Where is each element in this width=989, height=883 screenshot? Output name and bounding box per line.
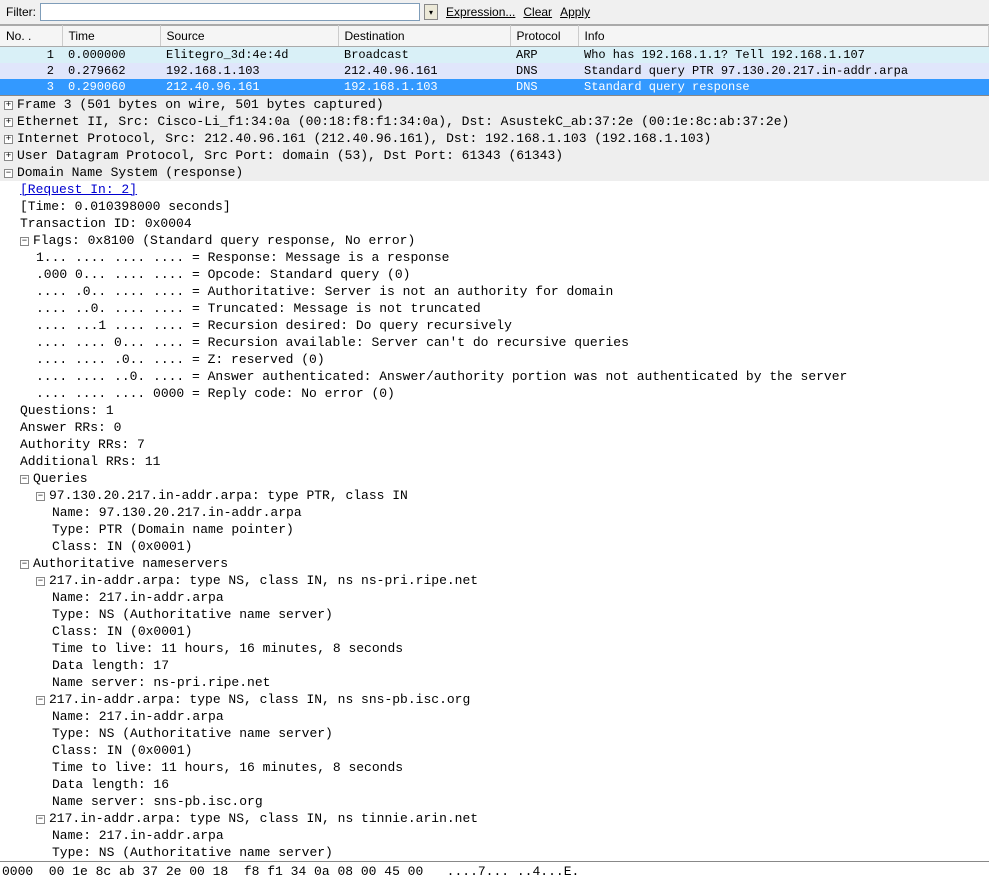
packet-row[interactable]: 1 0.000000 Elitegro_3d:4e:4d Broadcast A…: [0, 47, 989, 64]
query-class: Class: IN (0x0001): [0, 538, 989, 555]
flag-truncated: .... ..0. .... .... = Truncated: Message…: [0, 300, 989, 317]
ns-name: Name: 217.in-addr.arpa: [0, 708, 989, 725]
packet-row-selected[interactable]: 3 0.290060 212.40.96.161 192.168.1.103 D…: [0, 79, 989, 95]
ns-type: Type: NS (Authoritative name server): [0, 606, 989, 623]
flag-answer-auth: .... .... ..0. .... = Answer authenticat…: [0, 368, 989, 385]
ns-server: Name server: sns-pb.isc.org: [0, 793, 989, 810]
tree-query-item[interactable]: 97.130.20.217.in-addr.arpa: type PTR, cl…: [0, 487, 989, 504]
ns-class: Class: IN (0x0001): [0, 742, 989, 759]
collapse-icon[interactable]: [36, 696, 45, 705]
ns-server: Name server: ns-pri.ripe.net: [0, 674, 989, 691]
col-source[interactable]: Source: [160, 26, 338, 47]
tree-udp[interactable]: User Datagram Protocol, Src Port: domain…: [0, 147, 989, 164]
flag-opcode: .000 0... .... .... = Opcode: Standard q…: [0, 266, 989, 283]
packet-table: No. . Time Source Destination Protocol I…: [0, 25, 989, 95]
expand-icon[interactable]: [4, 118, 13, 127]
tree-ns-record[interactable]: 217.in-addr.arpa: type NS, class IN, ns …: [0, 810, 989, 827]
dns-additional-rrs: Additional RRs: 11: [0, 453, 989, 470]
dns-authority-rrs: Authority RRs: 7: [0, 436, 989, 453]
ns-name: Name: 217.in-addr.arpa: [0, 827, 989, 844]
ns-name: Name: 217.in-addr.arpa: [0, 589, 989, 606]
flag-recursion-available: .... .... 0... .... = Recursion availabl…: [0, 334, 989, 351]
ns-ttl: Time to live: 11 hours, 16 minutes, 8 se…: [0, 640, 989, 657]
tree-ethernet[interactable]: Ethernet II, Src: Cisco-Li_f1:34:0a (00:…: [0, 113, 989, 130]
expand-icon[interactable]: [4, 152, 13, 161]
packet-details: Frame 3 (501 bytes on wire, 501 bytes ca…: [0, 95, 989, 861]
hex-dump[interactable]: 0000 00 1e 8c ab 37 2e 00 18 f8 f1 34 0a…: [0, 861, 989, 881]
ns-ttl: Time to live: 11 hours, 16 minutes, 8 se…: [0, 759, 989, 776]
tree-flags[interactable]: Flags: 0x8100 (Standard query response, …: [0, 232, 989, 249]
flag-response: 1... .... .... .... = Response: Message …: [0, 249, 989, 266]
dns-request-in[interactable]: [Request In: 2]: [0, 181, 989, 198]
dns-answer-rrs: Answer RRs: 0: [0, 419, 989, 436]
filter-bar: Filter: ▾ Expression... Clear Apply: [0, 0, 989, 25]
dns-time: [Time: 0.010398000 seconds]: [0, 198, 989, 215]
query-type: Type: PTR (Domain name pointer): [0, 521, 989, 538]
col-time[interactable]: Time: [62, 26, 160, 47]
ns-type: Type: NS (Authoritative name server): [0, 725, 989, 742]
ns-type: Type: NS (Authoritative name server): [0, 844, 989, 861]
filter-label: Filter:: [6, 5, 36, 19]
col-no[interactable]: No. .: [0, 26, 62, 47]
ns-data-length: Data length: 17: [0, 657, 989, 674]
tree-ns-record[interactable]: 217.in-addr.arpa: type NS, class IN, ns …: [0, 572, 989, 589]
tree-ip[interactable]: Internet Protocol, Src: 212.40.96.161 (2…: [0, 130, 989, 147]
collapse-icon[interactable]: [36, 815, 45, 824]
collapse-icon[interactable]: [36, 492, 45, 501]
ns-data-length: Data length: 16: [0, 776, 989, 793]
tree-queries[interactable]: Queries: [0, 470, 989, 487]
col-info[interactable]: Info: [578, 26, 989, 47]
collapse-icon[interactable]: [4, 169, 13, 178]
tree-frame[interactable]: Frame 3 (501 bytes on wire, 501 bytes ca…: [0, 96, 989, 113]
expand-icon[interactable]: [4, 101, 13, 110]
flag-authoritative: .... .0.. .... .... = Authoritative: Ser…: [0, 283, 989, 300]
table-header[interactable]: No. . Time Source Destination Protocol I…: [0, 26, 989, 47]
col-protocol[interactable]: Protocol: [510, 26, 578, 47]
tree-dns[interactable]: Domain Name System (response): [0, 164, 989, 181]
collapse-icon[interactable]: [20, 560, 29, 569]
collapse-icon[interactable]: [36, 577, 45, 586]
expression-button[interactable]: Expression...: [446, 5, 515, 19]
flag-replycode: .... .... .... 0000 = Reply code: No err…: [0, 385, 989, 402]
apply-button[interactable]: Apply: [560, 5, 590, 19]
ns-class: Class: IN (0x0001): [0, 623, 989, 640]
col-destination[interactable]: Destination: [338, 26, 510, 47]
flag-z: .... .... .0.. .... = Z: reserved (0): [0, 351, 989, 368]
filter-input[interactable]: [40, 3, 420, 21]
expand-icon[interactable]: [4, 135, 13, 144]
collapse-icon[interactable]: [20, 475, 29, 484]
collapse-icon[interactable]: [20, 237, 29, 246]
packet-row[interactable]: 2 0.279662 192.168.1.103 212.40.96.161 D…: [0, 63, 989, 79]
tree-auth-ns[interactable]: Authoritative nameservers: [0, 555, 989, 572]
tree-ns-record[interactable]: 217.in-addr.arpa: type NS, class IN, ns …: [0, 691, 989, 708]
flag-recursion-desired: .... ...1 .... .... = Recursion desired:…: [0, 317, 989, 334]
query-name: Name: 97.130.20.217.in-addr.arpa: [0, 504, 989, 521]
filter-dropdown[interactable]: ▾: [424, 4, 438, 20]
dns-questions: Questions: 1: [0, 402, 989, 419]
clear-button[interactable]: Clear: [523, 5, 552, 19]
dns-txid: Transaction ID: 0x0004: [0, 215, 989, 232]
